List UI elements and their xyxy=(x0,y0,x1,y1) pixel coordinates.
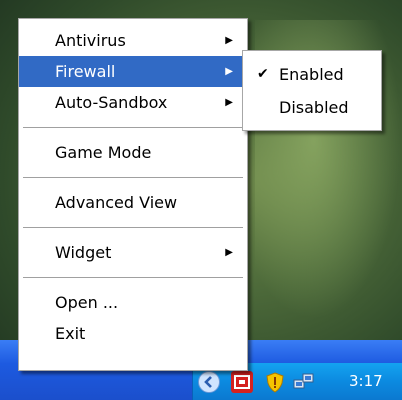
menu-item-label: Antivirus xyxy=(55,31,126,50)
menu-item-firewall[interactable]: Firewall ▶ xyxy=(19,56,247,87)
submenu-item-label: Enabled xyxy=(279,65,344,84)
menu-item-advanced-view[interactable]: Advanced View xyxy=(19,187,247,218)
menu-separator xyxy=(23,127,243,128)
menu-separator xyxy=(23,177,243,178)
submenu-item-disabled[interactable]: Disabled xyxy=(243,91,381,124)
menu-separator xyxy=(23,227,243,228)
menu-item-label: Advanced View xyxy=(55,193,178,212)
context-menu: Antivirus ▶ Firewall ▶ Auto-Sandbox ▶ Ga… xyxy=(18,18,248,371)
menu-separator xyxy=(23,277,243,278)
security-shield-icon[interactable] xyxy=(264,371,286,393)
menu-item-label: Auto-Sandbox xyxy=(55,93,168,112)
menu-item-open[interactable]: Open ... xyxy=(19,287,247,318)
menu-item-widget[interactable]: Widget ▶ xyxy=(19,237,247,268)
checkmark-icon: ✔ xyxy=(257,66,269,82)
comodo-icon[interactable] xyxy=(231,371,253,393)
submenu-item-enabled[interactable]: ✔ Enabled xyxy=(243,58,381,91)
submenu-arrow-icon: ▶ xyxy=(225,66,233,77)
submenu-item-label: Disabled xyxy=(279,98,349,117)
submenu-arrow-icon: ▶ xyxy=(225,97,233,108)
menu-item-label: Game Mode xyxy=(55,143,152,162)
submenu-arrow-icon: ▶ xyxy=(225,35,233,46)
menu-item-antivirus[interactable]: Antivirus ▶ xyxy=(19,25,247,56)
menu-item-label: Widget xyxy=(55,243,112,262)
menu-item-label: Firewall xyxy=(55,62,116,81)
submenu-arrow-icon: ▶ xyxy=(225,247,233,258)
firewall-submenu: ✔ Enabled Disabled xyxy=(242,50,382,131)
menu-item-label: Exit xyxy=(55,324,86,343)
network-icon[interactable] xyxy=(292,371,314,393)
menu-item-exit[interactable]: Exit xyxy=(19,318,247,349)
menu-item-auto-sandbox[interactable]: Auto-Sandbox ▶ xyxy=(19,87,247,118)
clock[interactable]: 3:17 xyxy=(349,363,383,400)
menu-item-game-mode[interactable]: Game Mode xyxy=(19,137,247,168)
menu-item-label: Open ... xyxy=(55,293,119,312)
chevron-icon[interactable] xyxy=(198,371,220,393)
